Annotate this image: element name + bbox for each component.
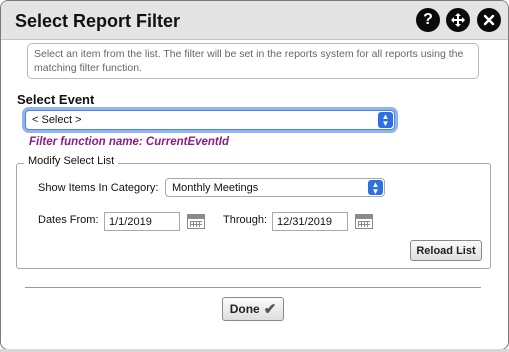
select-report-filter-dialog: Select Report Filter ? Select an item fr… xyxy=(0,0,509,350)
calendar-icon[interactable] xyxy=(355,214,373,229)
dates-from-input[interactable]: 1/1/2019 xyxy=(104,212,180,231)
calendar-icon[interactable] xyxy=(187,214,205,229)
through-label: Through: xyxy=(223,214,268,226)
close-icon[interactable] xyxy=(477,8,501,32)
select-updown-icon: ▲ ▼ xyxy=(368,180,383,195)
through-input[interactable]: 12/31/2019 xyxy=(272,212,348,231)
modify-select-list-legend: Modify Select List xyxy=(24,155,119,167)
dialog-title: Select Report Filter xyxy=(15,11,181,31)
category-select-value: Monthly Meetings xyxy=(172,181,259,194)
done-button[interactable]: Done ✔ xyxy=(222,297,284,321)
info-message: Select an item from the list. The filter… xyxy=(27,43,479,79)
done-label: Done xyxy=(229,302,260,316)
checkmark-icon: ✔ xyxy=(263,300,277,318)
move-arrows-icon xyxy=(451,13,465,27)
move-icon[interactable] xyxy=(446,8,470,32)
filter-function-name: Filter function name: CurrentEventId xyxy=(29,136,229,148)
close-x-icon xyxy=(483,14,495,26)
select-updown-icon: ▲ ▼ xyxy=(378,112,393,128)
reload-list-button[interactable]: Reload List xyxy=(410,240,482,261)
help-icon[interactable]: ? xyxy=(416,8,440,32)
event-select[interactable]: < Select > ▲ ▼ xyxy=(25,110,395,130)
dialog-titlebar[interactable]: Select Report Filter ? xyxy=(1,1,508,40)
event-select-value: < Select > xyxy=(32,114,82,126)
dates-from-label: Dates From: xyxy=(38,214,99,226)
select-event-label: Select Event xyxy=(17,92,95,107)
divider xyxy=(25,287,481,288)
category-label: Show Items In Category: xyxy=(38,182,159,194)
category-select[interactable]: Monthly Meetings ▲ ▼ xyxy=(165,178,385,197)
